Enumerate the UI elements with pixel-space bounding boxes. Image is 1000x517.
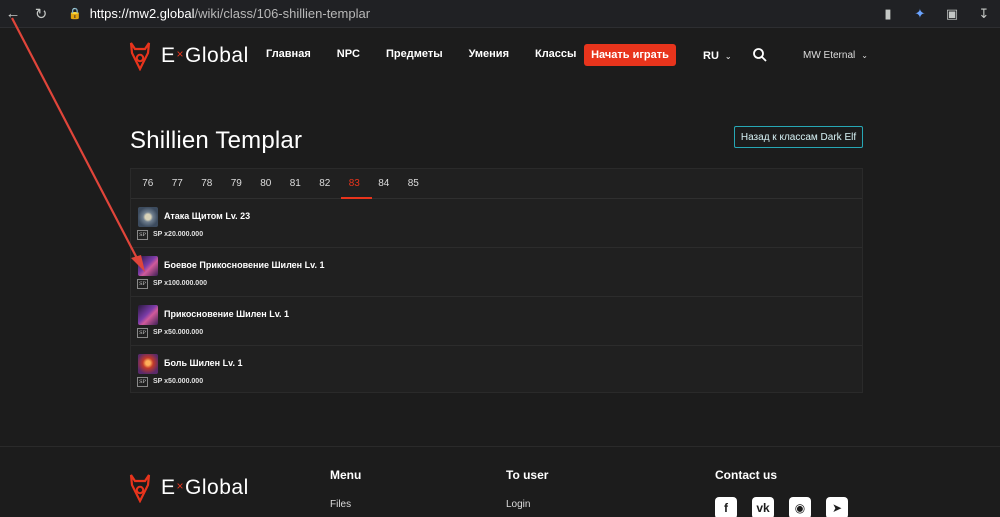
sp-badge: SP bbox=[137, 377, 148, 387]
lock-icon: 🔒 bbox=[68, 8, 82, 20]
footer-menu-title: Menu bbox=[330, 468, 362, 482]
download-icon[interactable]: ↧ bbox=[968, 0, 1000, 28]
nav-skills[interactable]: Умения bbox=[469, 48, 509, 60]
discord-icon[interactable]: ◉ bbox=[789, 497, 811, 517]
bookmark-icon[interactable]: ▮ bbox=[872, 0, 904, 28]
tab-level-77[interactable]: 77 bbox=[163, 169, 193, 199]
sp-badge: SP bbox=[137, 328, 148, 338]
level-tabs: 76 77 78 79 80 81 82 83 84 85 bbox=[131, 169, 862, 199]
skill-row: Боевое Прикосновение Шилен Lv. 1 SP SP x… bbox=[131, 248, 862, 297]
url-host: https://mw2.global bbox=[89, 6, 195, 21]
skill-row: Прикосновение Шилен Lv. 1 SP SP x50.000.… bbox=[131, 297, 862, 346]
nav-home[interactable]: Главная bbox=[266, 48, 311, 60]
chevron-down-icon: ⌄ bbox=[861, 51, 868, 60]
extension-icon[interactable]: ✦ bbox=[904, 0, 936, 28]
url-path: /wiki/class/106-shillien-templar bbox=[194, 6, 371, 21]
server-label: MW Eternal bbox=[803, 50, 856, 61]
tab-level-85[interactable]: 85 bbox=[399, 169, 429, 199]
vk-icon[interactable]: vk bbox=[752, 497, 774, 517]
footer-link-files[interactable]: Files bbox=[330, 499, 351, 510]
chevron-down-icon: ⌄ bbox=[724, 51, 732, 61]
sp-cost: SP x20.000.000 bbox=[153, 231, 204, 238]
browser-toolbar: ← ↻ 🔒 https://mw2.global/wiki/class/106-… bbox=[0, 0, 1000, 28]
skills-panel: 76 77 78 79 80 81 82 83 84 85 Атака Щито… bbox=[130, 168, 863, 393]
language-label: RU bbox=[703, 50, 719, 62]
main-nav: Главная NPC Предметы Умения Классы bbox=[266, 48, 602, 60]
back-arrow-icon[interactable]: ← bbox=[0, 0, 26, 28]
tab-level-84[interactable]: 84 bbox=[369, 169, 399, 199]
skill-row: Боль Шилен Lv. 1 SP SP x50.000.000 bbox=[131, 346, 862, 395]
tab-level-82[interactable]: 82 bbox=[310, 169, 340, 199]
skill-name: Боль Шилен Lv. 1 bbox=[164, 358, 243, 368]
search-icon[interactable] bbox=[752, 47, 768, 63]
start-playing-button[interactable]: Начать играть bbox=[584, 44, 676, 66]
language-selector[interactable]: RU ⌄ bbox=[703, 50, 732, 62]
tab-level-76[interactable]: 76 bbox=[133, 169, 163, 199]
telegram-icon[interactable]: ➤ bbox=[826, 497, 848, 517]
nav-items[interactable]: Предметы bbox=[386, 48, 443, 60]
shilen-touch-icon bbox=[138, 305, 158, 325]
sp-badge: SP bbox=[137, 279, 148, 289]
logo-text: E×Global bbox=[161, 476, 249, 499]
address-bar[interactable]: 🔒 https://mw2.global/wiki/class/106-shil… bbox=[60, 3, 378, 25]
sp-badge: SP bbox=[137, 230, 148, 240]
skill-name: Боевое Прикосновение Шилен Lv. 1 bbox=[164, 260, 325, 270]
footer-divider bbox=[0, 446, 1000, 447]
nav-npc[interactable]: NPC bbox=[337, 48, 360, 60]
page-title: Shillien Templar bbox=[130, 127, 303, 154]
nav-classes[interactable]: Классы bbox=[535, 48, 576, 60]
site-header: E×Global Главная NPC Предметы Умения Кла… bbox=[0, 29, 1000, 83]
devil-logo-icon bbox=[129, 474, 151, 503]
shilen-pain-icon bbox=[138, 354, 158, 374]
tab-level-79[interactable]: 79 bbox=[222, 169, 252, 199]
footer-logo[interactable]: E×Global bbox=[129, 473, 249, 503]
devil-logo-icon bbox=[129, 42, 151, 71]
shield-bash-icon bbox=[138, 207, 158, 227]
facebook-icon[interactable]: f bbox=[715, 497, 737, 517]
tab-level-78[interactable]: 78 bbox=[192, 169, 222, 199]
tab-level-81[interactable]: 81 bbox=[281, 169, 311, 199]
footer-user-title: To user bbox=[506, 468, 549, 482]
footer-link-login[interactable]: Login bbox=[506, 499, 530, 510]
logo-text: E×Global bbox=[161, 44, 249, 67]
tab-level-80[interactable]: 80 bbox=[251, 169, 281, 199]
skill-row: Атака Щитом Lv. 23 SP SP x20.000.000 bbox=[131, 199, 862, 248]
extension-badge-icon[interactable]: ▣ bbox=[936, 0, 968, 28]
sp-cost: SP x100.000.000 bbox=[153, 280, 207, 287]
server-selector[interactable]: MW Eternal ⌄ bbox=[803, 50, 868, 61]
back-to-classes-button[interactable]: Назад к классам Dark Elf bbox=[734, 126, 863, 148]
sp-cost: SP x50.000.000 bbox=[153, 378, 204, 385]
footer-contact-title: Contact us bbox=[715, 468, 778, 482]
skill-name: Атака Щитом Lv. 23 bbox=[164, 211, 251, 221]
reload-icon[interactable]: ↻ bbox=[28, 0, 54, 28]
tab-level-83[interactable]: 83 bbox=[340, 169, 372, 199]
shilen-touch-icon bbox=[138, 256, 158, 276]
site-logo[interactable]: E×Global bbox=[129, 41, 249, 71]
sp-cost: SP x50.000.000 bbox=[153, 329, 204, 336]
skill-name: Прикосновение Шилен Lv. 1 bbox=[164, 309, 290, 319]
social-links: f vk ◉ ➤ bbox=[715, 497, 863, 517]
